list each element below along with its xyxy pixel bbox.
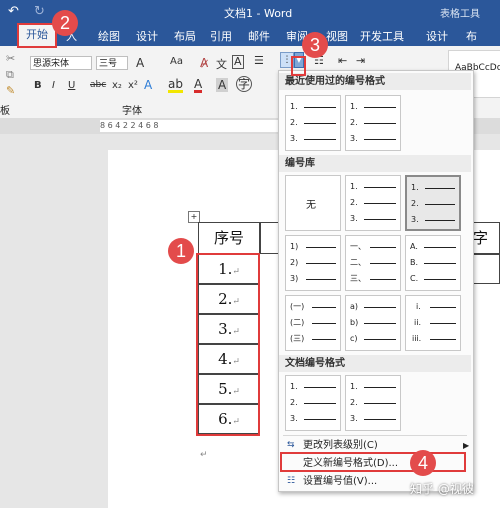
table-header-cell[interactable]: 序号 [198, 222, 260, 254]
library-format-tile-selected[interactable]: 1. 2. 3. [405, 175, 461, 231]
window-title: 文档1 - Word [224, 7, 293, 20]
callout-4: 4 [410, 450, 436, 476]
library-format-tile[interactable]: 一、 二、 三、 [345, 235, 401, 291]
table-header-cell-right[interactable]: 字号 [472, 222, 500, 277]
redo-icon[interactable]: ↻ [34, 4, 45, 19]
bullets-icon[interactable]: ☰ [254, 54, 264, 67]
library-format-tile[interactable]: i. ii. iii. [405, 295, 461, 351]
watermark: 知乎 @视彼 [410, 482, 474, 496]
copy-icon[interactable]: ⧉ [6, 68, 14, 82]
tab-references[interactable]: 引用 [210, 28, 232, 44]
library-format-tile[interactable]: a) b) c) [345, 295, 401, 351]
font-color-icon[interactable]: A [194, 78, 203, 93]
underline-button[interactable]: U [68, 80, 75, 91]
callout-1: 1 [168, 238, 194, 264]
clear-format-icon[interactable]: A̷ [200, 56, 208, 70]
decrease-indent-icon[interactable]: ⇤ [338, 54, 347, 67]
undo-icon[interactable]: ↶ [8, 4, 19, 19]
library-format-tile[interactable]: 1) 2) 3) [285, 235, 341, 291]
document-formats-header: 文档编号格式 [279, 355, 471, 372]
highlight-table-column [196, 253, 260, 436]
numbering-library-header: 编号库 [279, 155, 471, 172]
format-painter-icon[interactable]: ✎ [6, 84, 15, 97]
library-format-tile[interactable]: 1. 2. 3. [345, 175, 401, 231]
tab-mailings[interactable]: 邮件 [248, 28, 270, 44]
cut-icon[interactable]: ✂ [6, 52, 15, 65]
highlight-icon[interactable]: ab [168, 78, 183, 93]
change-case-button[interactable]: Aa [170, 56, 183, 67]
enclose-char-icon[interactable]: 字 [236, 76, 252, 92]
recent-format-tile[interactable]: 1. 2. 3. [285, 95, 341, 151]
table-header-cell-2[interactable] [260, 222, 280, 254]
end-paragraph-mark: ↵ [200, 450, 208, 460]
grow-font-button[interactable]: A [136, 56, 144, 70]
recent-format-tile[interactable]: 1. 2. 3. [345, 95, 401, 151]
tab-table-layout[interactable]: 布 [466, 28, 477, 44]
numbering-menu: 最近使用过的编号格式 1. 2. 3. 1. 2. 3. 编号库 无 1. 2.… [278, 70, 474, 492]
library-format-none[interactable]: 无 [285, 175, 341, 231]
tab-developer[interactable]: 开发工具 [360, 28, 404, 44]
table-header-text: 序号 [213, 229, 244, 247]
ruler-scale: 8 6 4 2 2 4 6 8 [100, 120, 280, 132]
strikethrough-button[interactable]: abc [90, 80, 106, 90]
numbering-value-icon: ☷ [287, 476, 296, 486]
library-format-tile[interactable]: A. B. C. [405, 235, 461, 291]
tab-table-design[interactable]: 设计 [426, 28, 448, 44]
italic-button[interactable]: I [52, 80, 55, 91]
recent-formats-header: 最近使用过的编号格式 [279, 73, 471, 90]
menu-divider [283, 435, 467, 436]
char-shading-icon[interactable]: A [216, 78, 229, 92]
clipboard-group-label: 板 [0, 106, 10, 117]
table-cell-right-1[interactable] [472, 254, 500, 284]
list-level-icon: ⇆ [287, 440, 295, 450]
font-group-label: 字体 [122, 106, 142, 117]
superscript-button[interactable]: x² [128, 80, 138, 91]
tab-draw[interactable]: 绘图 [98, 28, 120, 44]
bold-button[interactable]: B [34, 80, 42, 91]
library-format-tile[interactable]: (一) (二) (三) [285, 295, 341, 351]
highlight-define-format [280, 452, 466, 472]
font-name-dropdown[interactable]: 思源宋体 [30, 56, 92, 70]
increase-indent-icon[interactable]: ⇥ [356, 54, 365, 67]
subscript-button[interactable]: x₂ [112, 80, 122, 91]
phonetic-icon[interactable]: 文 [216, 56, 227, 72]
none-label: 无 [306, 200, 316, 211]
callout-2: 2 [52, 10, 78, 36]
document-format-tile[interactable]: 1. 2. 3. [345, 375, 401, 431]
tab-layout[interactable]: 布局 [174, 28, 196, 44]
char-border-icon[interactable]: A [232, 55, 244, 69]
tab-design[interactable]: 设计 [136, 28, 158, 44]
highlight-numbering-arrow [291, 56, 306, 76]
font-size-dropdown[interactable]: 三号 [96, 56, 128, 70]
tab-view[interactable]: 视图 [326, 28, 348, 44]
highlight-home-tab [17, 23, 57, 48]
text-effects-icon[interactable]: A [144, 78, 152, 92]
table-tools-label: 表格工具 [440, 9, 480, 20]
document-format-tile[interactable]: 1. 2. 3. [285, 375, 341, 431]
callout-3: 3 [302, 32, 328, 58]
